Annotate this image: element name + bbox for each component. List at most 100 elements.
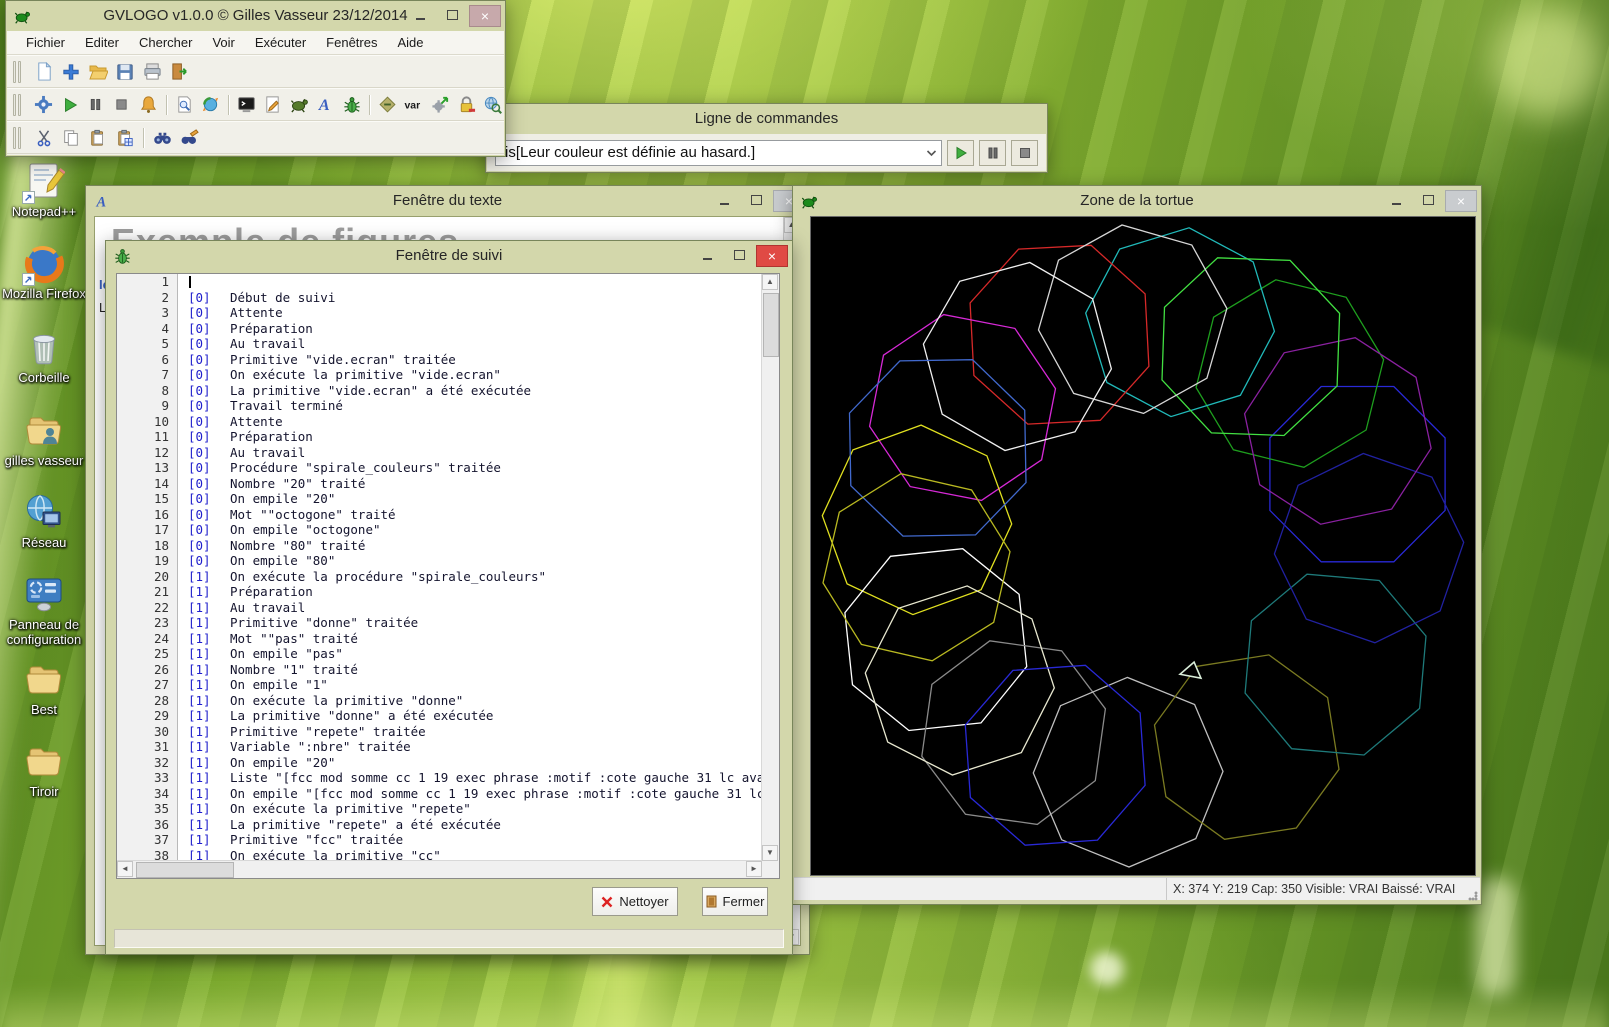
close-button[interactable]: ×	[1445, 190, 1477, 212]
paste-special-button[interactable]	[113, 126, 137, 150]
variables-button[interactable]: var	[402, 93, 425, 117]
command-window-body: ris[Leur couleur est définie au hasard.]	[487, 134, 1046, 171]
new-file-button[interactable]	[32, 60, 56, 84]
scroll-left-button[interactable]: ◄	[117, 861, 133, 877]
turtle-statusbar: X: 374 Y: 219 Cap: 350 Visible: VRAI Bai…	[794, 877, 1480, 900]
command-window-titlebar[interactable]: Ligne de commandes	[486, 104, 1047, 134]
desktop-icon-panneau-configuration[interactable]: Panneau de configuration	[0, 574, 88, 647]
menu-item-chercher[interactable]: Chercher	[130, 32, 201, 53]
clear-button[interactable]: Nettoyer	[592, 887, 678, 916]
settings-button[interactable]	[32, 93, 55, 117]
find-replace-button[interactable]	[177, 126, 201, 150]
menu-item-executer[interactable]: Exécuter	[246, 32, 315, 53]
maximize-button[interactable]	[741, 190, 771, 210]
refresh-button[interactable]	[199, 93, 222, 117]
turtle-icon	[290, 95, 309, 114]
maximize-button[interactable]	[724, 245, 754, 265]
new-file-icon	[35, 62, 54, 81]
desktop-icon-gilles-vasseur[interactable]: gilles vasseur	[0, 410, 88, 469]
stop-icon	[1019, 147, 1031, 159]
stop-command-button[interactable]	[1011, 140, 1038, 166]
main-window-titlebar[interactable]: GVLOGO v1.0.0 © Gilles Vasseur 23/12/201…	[6, 1, 505, 31]
export-procedures-button[interactable]	[428, 93, 451, 117]
pause-button[interactable]	[84, 93, 107, 117]
stop-button[interactable]	[110, 93, 133, 117]
font-a-icon: A	[94, 193, 111, 210]
minimize-button[interactable]	[709, 190, 739, 210]
command-input-value: ris[Leur couleur est définie au hasard.]	[496, 144, 921, 161]
cut-button[interactable]	[32, 126, 56, 150]
alerts-button[interactable]	[137, 93, 160, 117]
pause-command-button[interactable]	[979, 140, 1006, 166]
desktop-icon-firefox[interactable]: Mozilla Firefox	[0, 243, 88, 302]
edit-text-button[interactable]	[261, 93, 284, 117]
menu-item-aide[interactable]: Aide	[388, 32, 432, 53]
desktop-icon-reseau[interactable]: Réseau	[0, 492, 88, 551]
run-command-button[interactable]	[947, 140, 974, 166]
svg-text:A: A	[318, 97, 330, 114]
save-button[interactable]	[113, 60, 137, 84]
resize-grip[interactable]	[1465, 888, 1479, 902]
desktop-icon-notepadpp[interactable]: Notepad++	[0, 161, 88, 220]
desktop-icon-best[interactable]: Best	[0, 659, 88, 718]
text-window-titlebar[interactable]: A Fenêtre du texte ×	[86, 186, 809, 216]
trace-window-titlebar[interactable]: Fenêtre de suivi ×	[106, 241, 792, 271]
desktop-icon-corbeille[interactable]: Corbeille	[0, 327, 88, 386]
chevron-down-icon[interactable]	[921, 141, 941, 165]
turtle-window-titlebar[interactable]: Zone de la tortue ×	[793, 186, 1481, 216]
trace-line: 5[0]Au travail	[117, 336, 762, 352]
trace-log[interactable]: 12[0]Début de suivi3[0]Attente4[0]Prépar…	[116, 273, 780, 879]
close-button[interactable]: ×	[756, 245, 788, 267]
menu-item-editer[interactable]: Editer	[76, 32, 128, 53]
search-web-button[interactable]	[481, 93, 504, 117]
preview-button[interactable]	[173, 93, 196, 117]
minimize-button[interactable]	[692, 245, 722, 265]
desktop-icon-tiroir[interactable]: Tiroir	[0, 741, 88, 800]
menu-item-voir[interactable]: Voir	[203, 32, 243, 53]
scroll-right-button[interactable]: ►	[746, 861, 762, 877]
menu-item-fichier[interactable]: Fichier	[17, 32, 74, 53]
scrollbar-thumb[interactable]	[136, 862, 234, 878]
window-title: Zone de la tortue	[793, 186, 1481, 216]
toolbar-grip[interactable]	[13, 61, 21, 83]
minimize-button[interactable]	[1381, 190, 1411, 210]
scroll-up-button[interactable]: ▲	[762, 274, 778, 290]
window-title: Fenêtre du texte	[86, 186, 809, 216]
debug-button[interactable]	[340, 93, 363, 117]
menu-item-fenetres[interactable]: Fenêtres	[317, 32, 386, 53]
scrollbar-corner	[762, 861, 779, 878]
turtle-window-button[interactable]	[288, 93, 311, 117]
font-button[interactable]: A	[314, 93, 337, 117]
maximize-button[interactable]	[1413, 190, 1443, 210]
maximize-button[interactable]	[437, 5, 467, 25]
gvlogo-main-window: GVLOGO v1.0.0 © Gilles Vasseur 23/12/201…	[5, 0, 506, 157]
scrollbar-thumb[interactable]	[763, 293, 779, 357]
trace-line: 1	[117, 274, 762, 290]
close-button[interactable]: ×	[469, 5, 501, 27]
add-icon	[62, 63, 80, 81]
command-input[interactable]: ris[Leur couleur est définie au hasard.]	[495, 140, 942, 166]
vertical-scrollbar[interactable]: ▲ ▼	[761, 274, 779, 861]
close-trace-button[interactable]: Fermer	[702, 887, 768, 916]
copy-button[interactable]	[59, 126, 83, 150]
console-button[interactable]	[235, 93, 258, 117]
find-button[interactable]	[150, 126, 174, 150]
shortcut-arrow-icon	[22, 273, 35, 286]
add-button[interactable]	[59, 60, 83, 84]
print-button[interactable]	[140, 60, 164, 84]
exit-button[interactable]	[167, 60, 191, 84]
scroll-down-button[interactable]: ▼	[762, 845, 778, 861]
minimize-button[interactable]	[405, 5, 435, 25]
toolbar-grip[interactable]	[13, 94, 21, 116]
run-button[interactable]	[58, 93, 81, 117]
primitives-button[interactable]	[376, 93, 399, 117]
open-button[interactable]	[86, 60, 110, 84]
paste-button[interactable]	[86, 126, 110, 150]
window-title: Fenêtre de suivi	[106, 241, 792, 271]
horizontal-scrollbar[interactable]: ◄ ►	[117, 860, 762, 878]
toolbar-grip[interactable]	[13, 127, 21, 149]
diamond-icon	[378, 95, 397, 114]
toolbars: A var	[7, 55, 504, 155]
trace-line: 10[0]Attente	[117, 414, 762, 430]
lock-button[interactable]	[455, 93, 478, 117]
